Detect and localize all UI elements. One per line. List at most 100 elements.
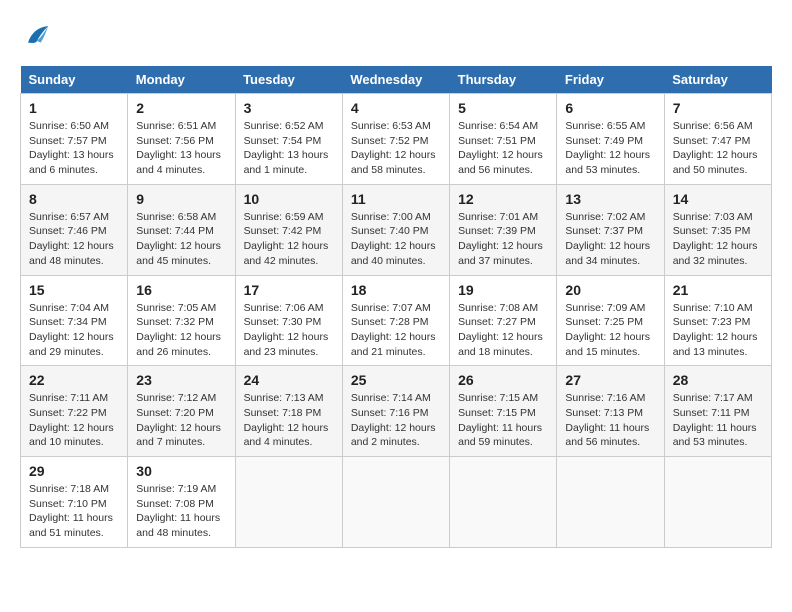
day-info: Sunrise: 7:08 AM Sunset: 7:27 PM Dayligh…	[458, 301, 548, 360]
day-info: Sunrise: 7:13 AM Sunset: 7:18 PM Dayligh…	[244, 391, 334, 450]
day-info: Sunrise: 6:53 AM Sunset: 7:52 PM Dayligh…	[351, 119, 441, 178]
calendar-cell: 6Sunrise: 6:55 AM Sunset: 7:49 PM Daylig…	[557, 94, 664, 185]
day-number: 8	[29, 191, 119, 207]
day-number: 26	[458, 372, 548, 388]
day-info: Sunrise: 7:17 AM Sunset: 7:11 PM Dayligh…	[673, 391, 763, 450]
day-info: Sunrise: 6:57 AM Sunset: 7:46 PM Dayligh…	[29, 210, 119, 269]
calendar-cell: 19 Sunrise: 7:08 AM Sunset: 7:27 PM Dayli…	[450, 275, 557, 366]
calendar-cell: 20Sunrise: 7:09 AM Sunset: 7:25 PM Dayli…	[557, 275, 664, 366]
header-row: SundayMondayTuesdayWednesdayThursdayFrid…	[21, 66, 772, 94]
day-number: 12	[458, 191, 548, 207]
day-number: 11	[351, 191, 441, 207]
calendar-cell	[342, 457, 449, 548]
day-info: Sunrise: 7:04 AM Sunset: 7:34 PM Dayligh…	[29, 301, 119, 360]
calendar-cell	[235, 457, 342, 548]
logo	[20, 20, 52, 50]
calendar-table: SundayMondayTuesdayWednesdayThursdayFrid…	[20, 66, 772, 548]
calendar-cell: 17Sunrise: 7:06 AM Sunset: 7:30 PM Dayli…	[235, 275, 342, 366]
day-number: 19	[458, 282, 548, 298]
week-row-1: 1 Sunrise: 6:50 AM Sunset: 7:57 PM Daylig…	[21, 94, 772, 185]
calendar-cell: 24 Sunrise: 7:13 AM Sunset: 7:18 PM Dayli…	[235, 366, 342, 457]
header-sunday: Sunday	[21, 66, 128, 94]
day-number: 10	[244, 191, 334, 207]
day-number: 15	[29, 282, 119, 298]
calendar-cell: 1 Sunrise: 6:50 AM Sunset: 7:57 PM Daylig…	[21, 94, 128, 185]
day-number: 27	[565, 372, 655, 388]
day-number: 18	[351, 282, 441, 298]
calendar-cell: 15 Sunrise: 7:04 AM Sunset: 7:34 PM Dayli…	[21, 275, 128, 366]
day-number: 23	[136, 372, 226, 388]
calendar-cell: 5 Sunrise: 6:54 AM Sunset: 7:51 PM Daylig…	[450, 94, 557, 185]
day-number: 2	[136, 100, 226, 116]
day-info: Sunrise: 7:03 AM Sunset: 7:35 PM Dayligh…	[673, 210, 763, 269]
day-info: Sunrise: 7:10 AM Sunset: 7:23 PM Dayligh…	[673, 301, 763, 360]
page-header	[20, 20, 772, 50]
calendar-cell: 12 Sunrise: 7:01 AM Sunset: 7:39 PM Dayli…	[450, 184, 557, 275]
day-number: 13	[565, 191, 655, 207]
calendar-cell: 13 Sunrise: 7:02 AM Sunset: 7:37 PM Dayli…	[557, 184, 664, 275]
calendar-cell: 30 Sunrise: 7:19 AM Sunset: 7:08 PM Dayli…	[128, 457, 235, 548]
calendar-cell: 16 Sunrise: 7:05 AM Sunset: 7:32 PM Dayli…	[128, 275, 235, 366]
calendar-cell: 25 Sunrise: 7:14 AM Sunset: 7:16 PM Dayli…	[342, 366, 449, 457]
calendar-cell: 8 Sunrise: 6:57 AM Sunset: 7:46 PM Daylig…	[21, 184, 128, 275]
day-info: Sunrise: 6:58 AM Sunset: 7:44 PM Dayligh…	[136, 210, 226, 269]
day-number: 6	[565, 100, 655, 116]
calendar-cell: 4 Sunrise: 6:53 AM Sunset: 7:52 PM Daylig…	[342, 94, 449, 185]
day-info: Sunrise: 7:12 AM Sunset: 7:20 PM Dayligh…	[136, 391, 226, 450]
day-number: 25	[351, 372, 441, 388]
logo-bird-icon	[22, 20, 52, 50]
calendar-cell: 26 Sunrise: 7:15 AM Sunset: 7:15 PM Dayli…	[450, 366, 557, 457]
calendar-cell: 7 Sunrise: 6:56 AM Sunset: 7:47 PM Daylig…	[664, 94, 771, 185]
day-info: Sunrise: 6:50 AM Sunset: 7:57 PM Dayligh…	[29, 119, 119, 178]
calendar-cell	[664, 457, 771, 548]
day-info: Sunrise: 6:56 AM Sunset: 7:47 PM Dayligh…	[673, 119, 763, 178]
day-info: Sunrise: 7:05 AM Sunset: 7:32 PM Dayligh…	[136, 301, 226, 360]
week-row-5: 29Sunrise: 7:18 AM Sunset: 7:10 PM Dayli…	[21, 457, 772, 548]
calendar-cell	[450, 457, 557, 548]
day-info: Sunrise: 6:51 AM Sunset: 7:56 PM Dayligh…	[136, 119, 226, 178]
day-number: 21	[673, 282, 763, 298]
calendar-cell: 21 Sunrise: 7:10 AM Sunset: 7:23 PM Dayli…	[664, 275, 771, 366]
header-wednesday: Wednesday	[342, 66, 449, 94]
week-row-3: 15 Sunrise: 7:04 AM Sunset: 7:34 PM Dayli…	[21, 275, 772, 366]
calendar-cell: 14 Sunrise: 7:03 AM Sunset: 7:35 PM Dayli…	[664, 184, 771, 275]
calendar-cell: 23 Sunrise: 7:12 AM Sunset: 7:20 PM Dayli…	[128, 366, 235, 457]
day-info: Sunrise: 7:15 AM Sunset: 7:15 PM Dayligh…	[458, 391, 548, 450]
calendar-cell: 11 Sunrise: 7:00 AM Sunset: 7:40 PM Dayli…	[342, 184, 449, 275]
day-number: 16	[136, 282, 226, 298]
day-info: Sunrise: 7:02 AM Sunset: 7:37 PM Dayligh…	[565, 210, 655, 269]
calendar-cell: 2 Sunrise: 6:51 AM Sunset: 7:56 PM Daylig…	[128, 94, 235, 185]
calendar-cell: 22 Sunrise: 7:11 AM Sunset: 7:22 PM Dayli…	[21, 366, 128, 457]
week-row-4: 22 Sunrise: 7:11 AM Sunset: 7:22 PM Dayli…	[21, 366, 772, 457]
day-number: 24	[244, 372, 334, 388]
day-number: 14	[673, 191, 763, 207]
day-info: Sunrise: 7:11 AM Sunset: 7:22 PM Dayligh…	[29, 391, 119, 450]
day-number: 30	[136, 463, 226, 479]
day-info: Sunrise: 7:07 AM Sunset: 7:28 PM Dayligh…	[351, 301, 441, 360]
calendar-cell: 29Sunrise: 7:18 AM Sunset: 7:10 PM Dayli…	[21, 457, 128, 548]
header-monday: Monday	[128, 66, 235, 94]
day-info: Sunrise: 7:16 AM Sunset: 7:13 PM Dayligh…	[565, 391, 655, 450]
day-number: 22	[29, 372, 119, 388]
week-row-2: 8 Sunrise: 6:57 AM Sunset: 7:46 PM Daylig…	[21, 184, 772, 275]
day-info: Sunrise: 7:19 AM Sunset: 7:08 PM Dayligh…	[136, 482, 226, 541]
day-number: 5	[458, 100, 548, 116]
day-number: 17	[244, 282, 334, 298]
day-number: 20	[565, 282, 655, 298]
day-number: 28	[673, 372, 763, 388]
day-number: 9	[136, 191, 226, 207]
header-thursday: Thursday	[450, 66, 557, 94]
header-tuesday: Tuesday	[235, 66, 342, 94]
day-number: 7	[673, 100, 763, 116]
day-number: 4	[351, 100, 441, 116]
day-info: Sunrise: 7:01 AM Sunset: 7:39 PM Dayligh…	[458, 210, 548, 269]
day-info: Sunrise: 7:00 AM Sunset: 7:40 PM Dayligh…	[351, 210, 441, 269]
day-number: 1	[29, 100, 119, 116]
day-info: Sunrise: 6:52 AM Sunset: 7:54 PM Dayligh…	[244, 119, 334, 178]
day-info: Sunrise: 6:59 AM Sunset: 7:42 PM Dayligh…	[244, 210, 334, 269]
day-info: Sunrise: 6:54 AM Sunset: 7:51 PM Dayligh…	[458, 119, 548, 178]
calendar-cell: 9 Sunrise: 6:58 AM Sunset: 7:44 PM Daylig…	[128, 184, 235, 275]
day-info: Sunrise: 7:14 AM Sunset: 7:16 PM Dayligh…	[351, 391, 441, 450]
day-number: 3	[244, 100, 334, 116]
header-friday: Friday	[557, 66, 664, 94]
